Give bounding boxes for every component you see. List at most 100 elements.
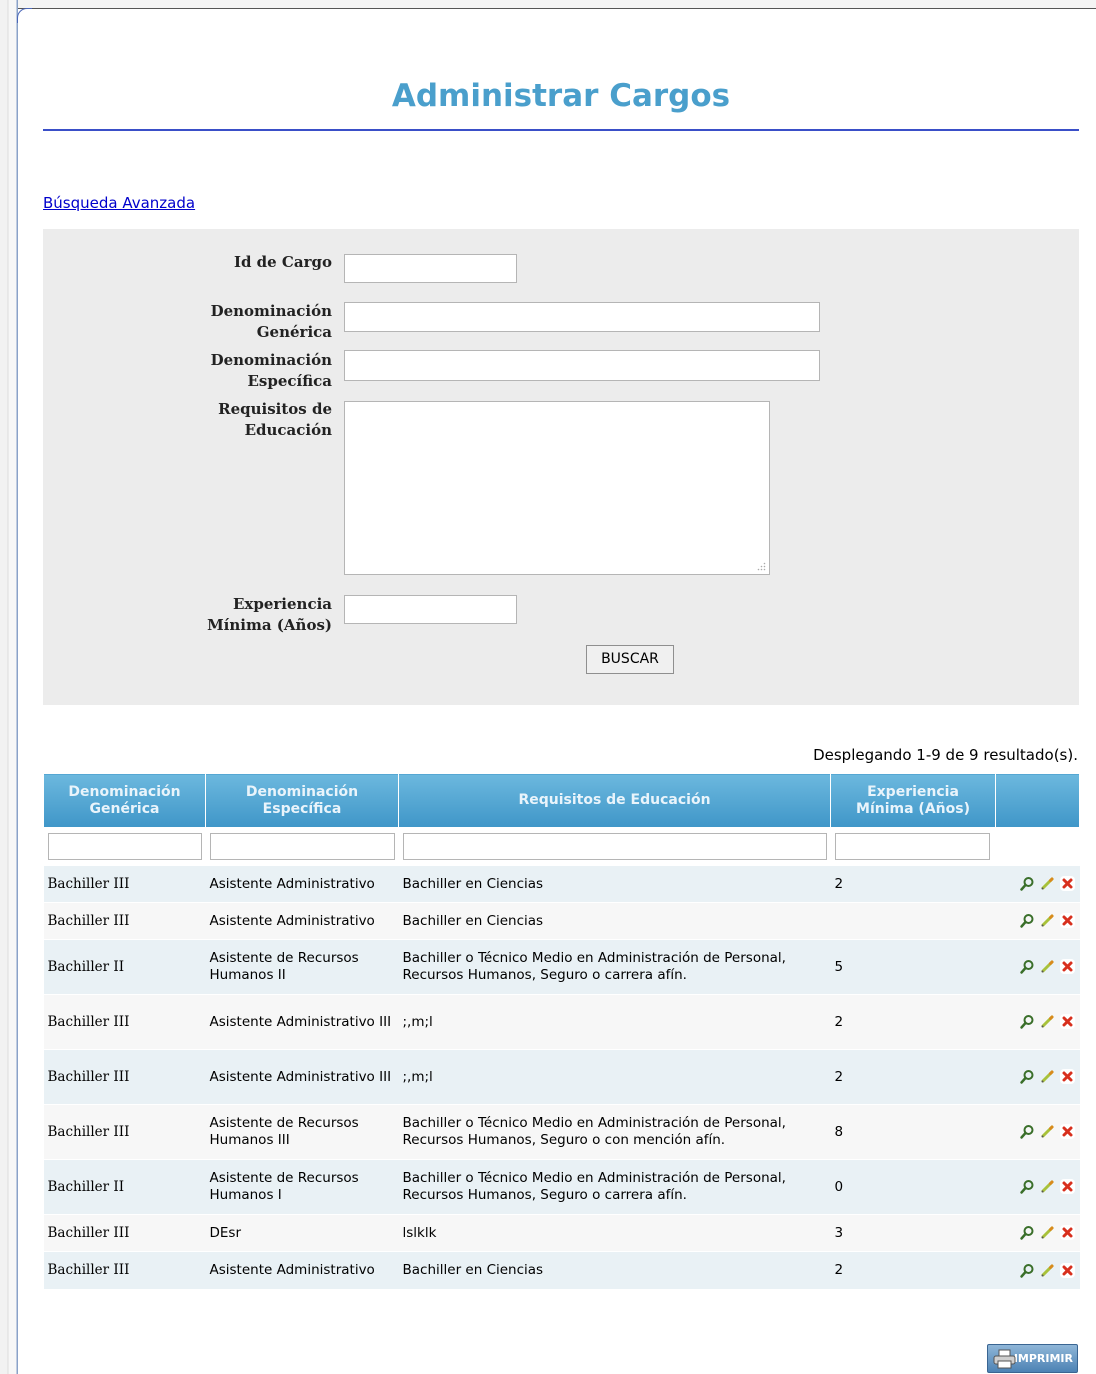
filter-generica-input[interactable] [47, 833, 202, 860]
table-row: Bachiller III Asistente Administrativo Bac… [43, 902, 1080, 940]
cell-experiencia: 0 [830, 1159, 996, 1215]
view-icon[interactable] [1019, 1068, 1036, 1085]
col-header-generica[interactable]: Denominación Genérica [43, 773, 206, 828]
denominacion-generica-input[interactable] [344, 302, 820, 332]
col-header-actions [995, 773, 1080, 828]
edit-icon[interactable] [1039, 1262, 1056, 1279]
page-frame-corner [17, 8, 32, 23]
delete-icon[interactable] [1059, 1013, 1076, 1030]
label-denominacion-especifica: Denominación Específica [210, 351, 332, 390]
page-frame-left [0, 0, 18, 1374]
cell-experiencia: 5 [830, 939, 996, 995]
cell-requisitos: Bachiller o Técnico Medio en Administrac… [398, 1159, 831, 1215]
results-table: Denominación Genérica Denominación Específ… [43, 773, 1080, 1289]
edit-icon[interactable] [1039, 1178, 1056, 1195]
row-actions [995, 994, 1080, 1050]
label-denominacion-generica: Denominación Genérica [210, 302, 332, 341]
table-row: Bachiller III Asistente Administrativo II… [43, 1049, 1080, 1105]
delete-icon[interactable] [1059, 958, 1076, 975]
view-icon[interactable] [1019, 958, 1036, 975]
table-row: Bachiller III Asistente Administrativo Bac… [43, 865, 1080, 903]
col-header-experiencia[interactable]: Experiencia Mínima (Años) [830, 773, 996, 828]
cell-especifica: Asistente Administrativo [205, 865, 399, 903]
row-actions [995, 902, 1080, 940]
delete-icon[interactable] [1059, 1123, 1076, 1140]
resize-grip-icon[interactable] [757, 562, 766, 571]
cell-especifica: Asistente de Recursos Humanos II [205, 939, 399, 995]
cell-requisitos: Bachiller o Técnico Medio en Administrac… [398, 939, 831, 995]
cell-generica: Bachiller III [43, 1251, 206, 1289]
results-summary: Desplegando 1-9 de 9 resultado(s). [813, 746, 1078, 764]
delete-icon[interactable] [1059, 1178, 1076, 1195]
experiencia-minima-input[interactable] [344, 595, 517, 624]
cell-experiencia: 2 [830, 1049, 996, 1105]
buscar-button[interactable]: BUSCAR [586, 645, 674, 674]
view-icon[interactable] [1019, 1013, 1036, 1030]
view-icon[interactable] [1019, 1178, 1036, 1195]
edit-icon[interactable] [1039, 1224, 1056, 1241]
view-icon[interactable] [1019, 1123, 1036, 1140]
label-experiencia-minima: Experiencia Mínima (Años) [207, 595, 332, 634]
cell-generica: Bachiller III [43, 865, 206, 903]
filter-experiencia-input[interactable] [834, 833, 990, 860]
cell-requisitos: Bachiller en Ciencias [398, 865, 831, 903]
edit-icon[interactable] [1039, 875, 1056, 892]
delete-icon[interactable] [1059, 912, 1076, 929]
row-actions [995, 1251, 1080, 1289]
edit-icon[interactable] [1039, 958, 1056, 975]
cell-generica: Bachiller III [43, 994, 206, 1050]
id-cargo-input[interactable] [344, 254, 517, 283]
print-button[interactable]: IMPRIMIR [987, 1344, 1078, 1373]
cell-requisitos: Bachiller en Ciencias [398, 902, 831, 940]
row-actions [995, 1049, 1080, 1105]
row-actions [995, 865, 1080, 903]
cell-especifica: Asistente Administrativo III [205, 994, 399, 1050]
edit-icon[interactable] [1039, 1013, 1056, 1030]
cell-experiencia: 3 [830, 1214, 996, 1252]
cell-requisitos: ;,m;l [398, 994, 831, 1050]
page-frame-top [18, 0, 1096, 9]
cell-experiencia: 8 [830, 1104, 996, 1160]
cell-experiencia: 2 [830, 865, 996, 903]
filter-requisitos-input[interactable] [402, 833, 827, 860]
table-header-row: Denominación Genérica Denominación Específ… [43, 773, 1080, 828]
cell-especifica: Asistente de Recursos Humanos I [205, 1159, 399, 1215]
table-row: Bachiller III Asistente Administrativo II… [43, 994, 1080, 1050]
col-header-especifica[interactable]: Denominación Específica [205, 773, 399, 828]
view-icon[interactable] [1019, 1262, 1036, 1279]
table-row: Bachiller II Asistente de Recursos Humano… [43, 1159, 1080, 1215]
cell-generica: Bachiller II [43, 1159, 206, 1215]
col-header-requisitos[interactable]: Requisitos de Educación [398, 773, 831, 828]
cell-requisitos: Bachiller en Ciencias [398, 1251, 831, 1289]
view-icon[interactable] [1019, 912, 1036, 929]
cell-experiencia: 2 [830, 994, 996, 1050]
title-divider [43, 129, 1079, 131]
row-actions [995, 939, 1080, 995]
table-row: Bachiller III Asistente de Recursos Human… [43, 1104, 1080, 1160]
edit-icon[interactable] [1039, 1123, 1056, 1140]
view-icon[interactable] [1019, 875, 1036, 892]
advanced-search-link[interactable]: Búsqueda Avanzada [43, 194, 195, 212]
printer-icon [993, 1349, 1016, 1369]
filter-especifica-input[interactable] [209, 833, 395, 860]
cell-requisitos: lslklk [398, 1214, 831, 1252]
print-button-label: IMPRIMIR [1013, 1352, 1073, 1365]
requisitos-educacion-textarea[interactable] [344, 401, 770, 575]
cell-generica: Bachiller III [43, 1104, 206, 1160]
cell-experiencia [830, 902, 996, 940]
delete-icon[interactable] [1059, 1224, 1076, 1241]
edit-icon[interactable] [1039, 912, 1056, 929]
filter-row [43, 827, 1080, 866]
view-icon[interactable] [1019, 1224, 1036, 1241]
denominacion-especifica-input[interactable] [344, 350, 820, 381]
delete-icon[interactable] [1059, 1262, 1076, 1279]
page-title: Administrar Cargos [391, 78, 731, 114]
table-row: Bachiller III Asistente Administrativo Bac… [43, 1251, 1080, 1289]
cell-generica: Bachiller III [43, 1049, 206, 1105]
row-actions [995, 1159, 1080, 1215]
delete-icon[interactable] [1059, 875, 1076, 892]
cell-especifica: Asistente Administrativo [205, 902, 399, 940]
edit-icon[interactable] [1039, 1068, 1056, 1085]
table-row: Bachiller III DEsr lslklk 3 [43, 1214, 1080, 1252]
delete-icon[interactable] [1059, 1068, 1076, 1085]
